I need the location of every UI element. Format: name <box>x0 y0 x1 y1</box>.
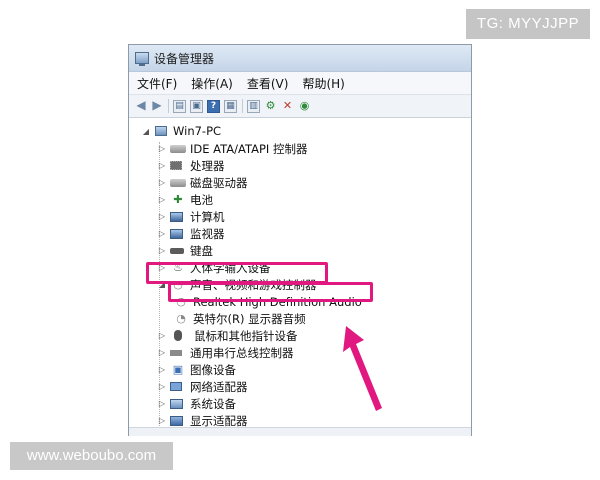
expand-icon[interactable]: ▷ <box>157 399 167 408</box>
tree-item-label: 监视器 <box>190 226 225 241</box>
status-bar <box>129 427 471 436</box>
tree-item-imaging[interactable]: ▷ ▣ 图像设备 <box>129 361 471 378</box>
highlight-sound-category <box>146 262 328 284</box>
tree-item-label: 图像设备 <box>190 362 236 377</box>
tree-item-mouse[interactable]: ▷ 鼠标和其他指针设备 <box>129 327 471 344</box>
display-adapter-icon <box>170 415 183 426</box>
device-manager-icon <box>135 52 149 66</box>
tree-item-keyboard[interactable]: ▷ 键盘 <box>129 242 471 259</box>
expand-icon[interactable]: ▷ <box>157 365 167 374</box>
watermark-top: TG: MYYJJPP <box>466 9 590 39</box>
tree-subitem-label: 英特尔(R) 显示器音频 <box>193 311 306 326</box>
watermark-bottom: www.weboubo.com <box>10 442 173 470</box>
tree-item-monitor[interactable]: ▷ 监视器 <box>129 225 471 242</box>
show-hide-icon[interactable]: ▣ <box>190 99 203 113</box>
console-icon[interactable]: ▦ <box>224 99 237 113</box>
mouse-icon <box>174 330 182 341</box>
monitor-icon <box>170 228 183 239</box>
expand-icon[interactable]: ▷ <box>157 246 167 255</box>
menu-help[interactable]: 帮助(H) <box>294 75 350 92</box>
tree-root-label: Win7-PC <box>173 124 222 138</box>
expand-icon[interactable]: ▷ <box>157 212 167 221</box>
title-bar[interactable]: 设备管理器 <box>129 45 471 72</box>
sound-device-icon: ◔ <box>176 311 186 325</box>
uninstall-icon[interactable]: ✕ <box>281 100 294 113</box>
arrow-shape <box>343 326 382 411</box>
tree-item-label: 系统设备 <box>190 396 236 411</box>
system-device-icon <box>170 398 183 409</box>
forward-icon[interactable]: ▶ <box>151 99 163 113</box>
tree-item-computer[interactable]: ▷ 计算机 <box>129 208 471 225</box>
collapse-icon[interactable]: ◢ <box>141 127 151 136</box>
tree-item-label: 通用串行总线控制器 <box>190 345 294 360</box>
pointer-arrow <box>343 326 382 411</box>
expand-icon[interactable]: ▷ <box>157 161 167 170</box>
tree-item-label: 网络适配器 <box>190 379 248 394</box>
battery-icon: ✚ <box>173 192 183 206</box>
window-title: 设备管理器 <box>154 51 215 66</box>
tree-item-label: 键盘 <box>190 243 213 258</box>
expand-icon[interactable]: ▷ <box>157 195 167 204</box>
keyboard-icon <box>170 247 184 254</box>
tree-item-label: 磁盘驱动器 <box>190 175 248 190</box>
device-manager-window: 设备管理器 文件(F) 操作(A) 查看(V) 帮助(H) ◀ ▶ ▤ ▣ ? … <box>128 44 472 436</box>
tree-item-label: 电池 <box>190 192 213 207</box>
imaging-icon: ▣ <box>172 362 184 376</box>
usb-icon <box>170 349 182 356</box>
tree-item-label: IDE ATA/ATAPI 控制器 <box>190 141 308 156</box>
toolbar-separator <box>168 99 169 113</box>
disk-drive-icon <box>170 178 186 187</box>
tree-item-label: 计算机 <box>190 209 225 224</box>
back-icon[interactable]: ◀ <box>135 99 147 113</box>
menu-bar: 文件(F) 操作(A) 查看(V) 帮助(H) <box>129 72 471 95</box>
help-icon[interactable]: ? <box>207 99 220 113</box>
computer-icon <box>170 211 183 222</box>
toolbar-separator <box>242 99 243 113</box>
tree-item-usb[interactable]: ▷ 通用串行总线控制器 <box>129 344 471 361</box>
tree-item-system[interactable]: ▷ 系统设备 <box>129 395 471 412</box>
expand-icon[interactable]: ▷ <box>157 144 167 153</box>
enable-device-icon[interactable]: ◉ <box>298 100 311 113</box>
expand-icon[interactable]: ▷ <box>157 382 167 391</box>
tree-item-disk[interactable]: ▷ 磁盘驱动器 <box>129 174 471 191</box>
expand-icon[interactable]: ▷ <box>157 229 167 238</box>
tree-item-ide[interactable]: ▷ IDE ATA/ATAPI 控制器 <box>129 140 471 157</box>
processor-icon <box>170 161 182 170</box>
computer-icon <box>155 126 167 136</box>
update-driver-icon[interactable]: ▥ <box>247 99 260 113</box>
menu-file[interactable]: 文件(F) <box>129 75 183 92</box>
expand-icon[interactable]: ▷ <box>157 416 167 425</box>
properties-icon[interactable]: ▤ <box>173 99 186 113</box>
tree-item-label: 处理器 <box>190 158 225 173</box>
expand-icon[interactable]: ▷ <box>157 331 167 340</box>
tree-item-battery[interactable]: ▷ ✚ 电池 <box>129 191 471 208</box>
highlight-realtek-device <box>168 282 373 302</box>
tree-item-label: 鼠标和其他指针设备 <box>194 328 298 343</box>
menu-view[interactable]: 查看(V) <box>239 75 295 92</box>
network-adapter-icon <box>170 382 182 391</box>
ide-controller-icon <box>170 144 186 153</box>
expand-icon[interactable]: ▷ <box>157 348 167 357</box>
toolbar: ◀ ▶ ▤ ▣ ? ▦ ▥ ⚙ ✕ ◉ <box>129 95 471 118</box>
expand-icon[interactable]: ▷ <box>157 178 167 187</box>
tree-subitem-intel-audio[interactable]: ◔ 英特尔(R) 显示器音频 <box>129 310 471 327</box>
tree-item-processor[interactable]: ▷ 处理器 <box>129 157 471 174</box>
tree-item-network[interactable]: ▷ 网络适配器 <box>129 378 471 395</box>
menu-action[interactable]: 操作(A) <box>183 75 239 92</box>
scan-changes-icon[interactable]: ⚙ <box>264 100 277 113</box>
tree-root[interactable]: ◢ Win7-PC <box>129 122 471 140</box>
